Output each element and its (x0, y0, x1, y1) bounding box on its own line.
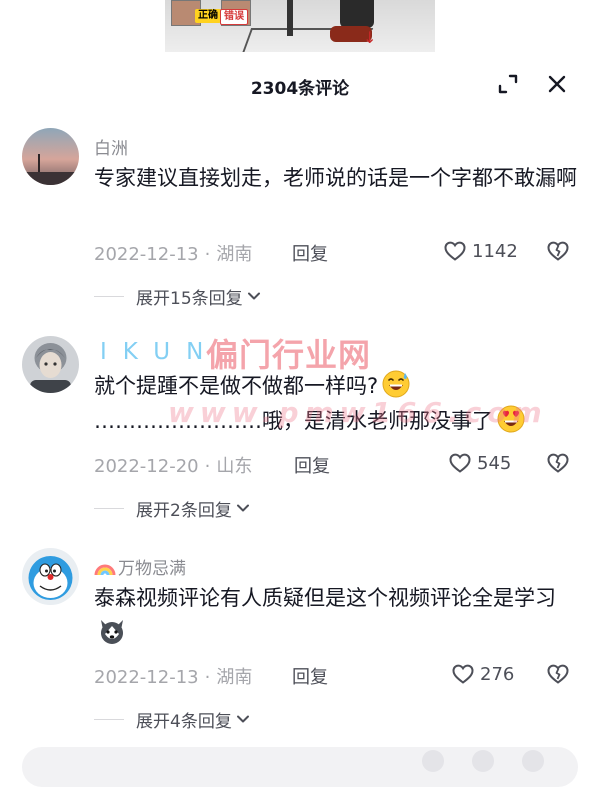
comment-text-line1: 就个提踵不是做不做都一样吗? (94, 374, 379, 398)
meta-separator: · (204, 244, 211, 265)
replies-divider (94, 295, 124, 297)
emoji-icon[interactable] (472, 750, 494, 772)
replies-divider (94, 718, 124, 720)
down-arrow-icon: ↓ (363, 28, 377, 47)
expand-replies-label: 展开2条回复 (136, 500, 232, 521)
watermark-site-name: 偏门行业网 (206, 336, 372, 374)
expand-replies[interactable]: 展开4条回复 (94, 707, 250, 732)
comment-date: 2022-12-20 (94, 456, 199, 477)
comment-author[interactable]: 万物忌满 (94, 554, 186, 579)
comment-meta: 2022-12-13 · 湖南 回复 (94, 240, 394, 266)
heart-icon (449, 453, 471, 473)
tag-correct: 正确 (195, 9, 221, 23)
like-count: 1142 (472, 240, 518, 262)
rainbow-icon (94, 564, 116, 576)
broken-heart-icon (547, 664, 569, 684)
reply-button[interactable]: 回复 (292, 240, 328, 266)
expand-icon[interactable] (496, 72, 520, 96)
video-legs (340, 0, 374, 28)
comment-meta: 2022-12-13 · 湖南 回复 (94, 663, 394, 689)
meta-separator: · (204, 667, 211, 688)
close-icon[interactable] (545, 72, 569, 96)
expand-replies[interactable]: 展开2条回复 (94, 496, 250, 521)
video-preview[interactable]: 正确 错误 ↓ (0, 0, 600, 60)
grinning-sweat-emoji-icon (381, 369, 411, 399)
expand-replies[interactable]: 展开15条回复 (94, 284, 261, 309)
comment-location: 湖南 (216, 244, 253, 265)
video-frame: 正确 错误 ↓ (165, 0, 435, 60)
comment-date: 2022-12-13 (94, 244, 199, 265)
dislike-button[interactable] (546, 451, 570, 475)
video-pole (287, 0, 293, 36)
dislike-button[interactable] (546, 239, 570, 263)
like-button[interactable]: 1142 (443, 238, 518, 264)
tag-wrong: 错误 (220, 9, 248, 25)
chevron-down-icon (236, 715, 249, 723)
like-button[interactable]: 545 (448, 450, 511, 476)
at-icon[interactable] (422, 750, 444, 772)
avatar[interactable] (22, 548, 79, 605)
heart-icon (444, 241, 466, 261)
like-button[interactable]: 276 (451, 661, 514, 687)
chevron-down-icon (236, 504, 249, 512)
broken-heart-icon (547, 241, 569, 261)
husky-emoji-icon (97, 616, 127, 646)
broken-heart-icon (547, 453, 569, 473)
watermark-url: www.pmw166.com (168, 396, 548, 429)
like-count: 545 (477, 452, 512, 474)
comment-date: 2022-12-13 (94, 667, 199, 688)
sheet-header: 2304条评论 (0, 52, 600, 114)
like-count: 276 (480, 663, 515, 685)
reply-button[interactable]: 回复 (294, 452, 330, 478)
comment-text: 专家建议直接划走，老师说的话是一个字都不敢漏啊 (94, 166, 577, 190)
watermark-ikun: IKUN (100, 339, 220, 365)
comment-text: 泰森视频评论有人质疑但是这个视频评论全是学习 (94, 581, 578, 651)
comment-author-name: 万物忌满 (118, 559, 186, 579)
comment-input-bar[interactable] (22, 747, 578, 787)
dislike-button[interactable] (546, 662, 570, 686)
chevron-down-icon (247, 292, 260, 300)
comment-text-body: 泰森视频评论有人质疑但是这个视频评论全是学习 (94, 586, 556, 610)
expand-replies-label: 展开4条回复 (136, 711, 232, 732)
heart-icon (452, 664, 474, 684)
avatar[interactable] (22, 128, 79, 185)
comment-location: 湖南 (216, 667, 253, 688)
comment-meta: 2022-12-20 · 山东 回复 (94, 452, 394, 478)
meta-separator: · (204, 456, 211, 477)
avatar[interactable] (22, 336, 79, 393)
expand-replies-label: 展开15条回复 (136, 288, 243, 309)
replies-divider (94, 507, 124, 509)
comment-location: 山东 (216, 456, 253, 477)
comment-author[interactable]: 白洲 (94, 134, 128, 159)
image-icon[interactable] (522, 750, 544, 772)
reply-button[interactable]: 回复 (292, 663, 328, 689)
